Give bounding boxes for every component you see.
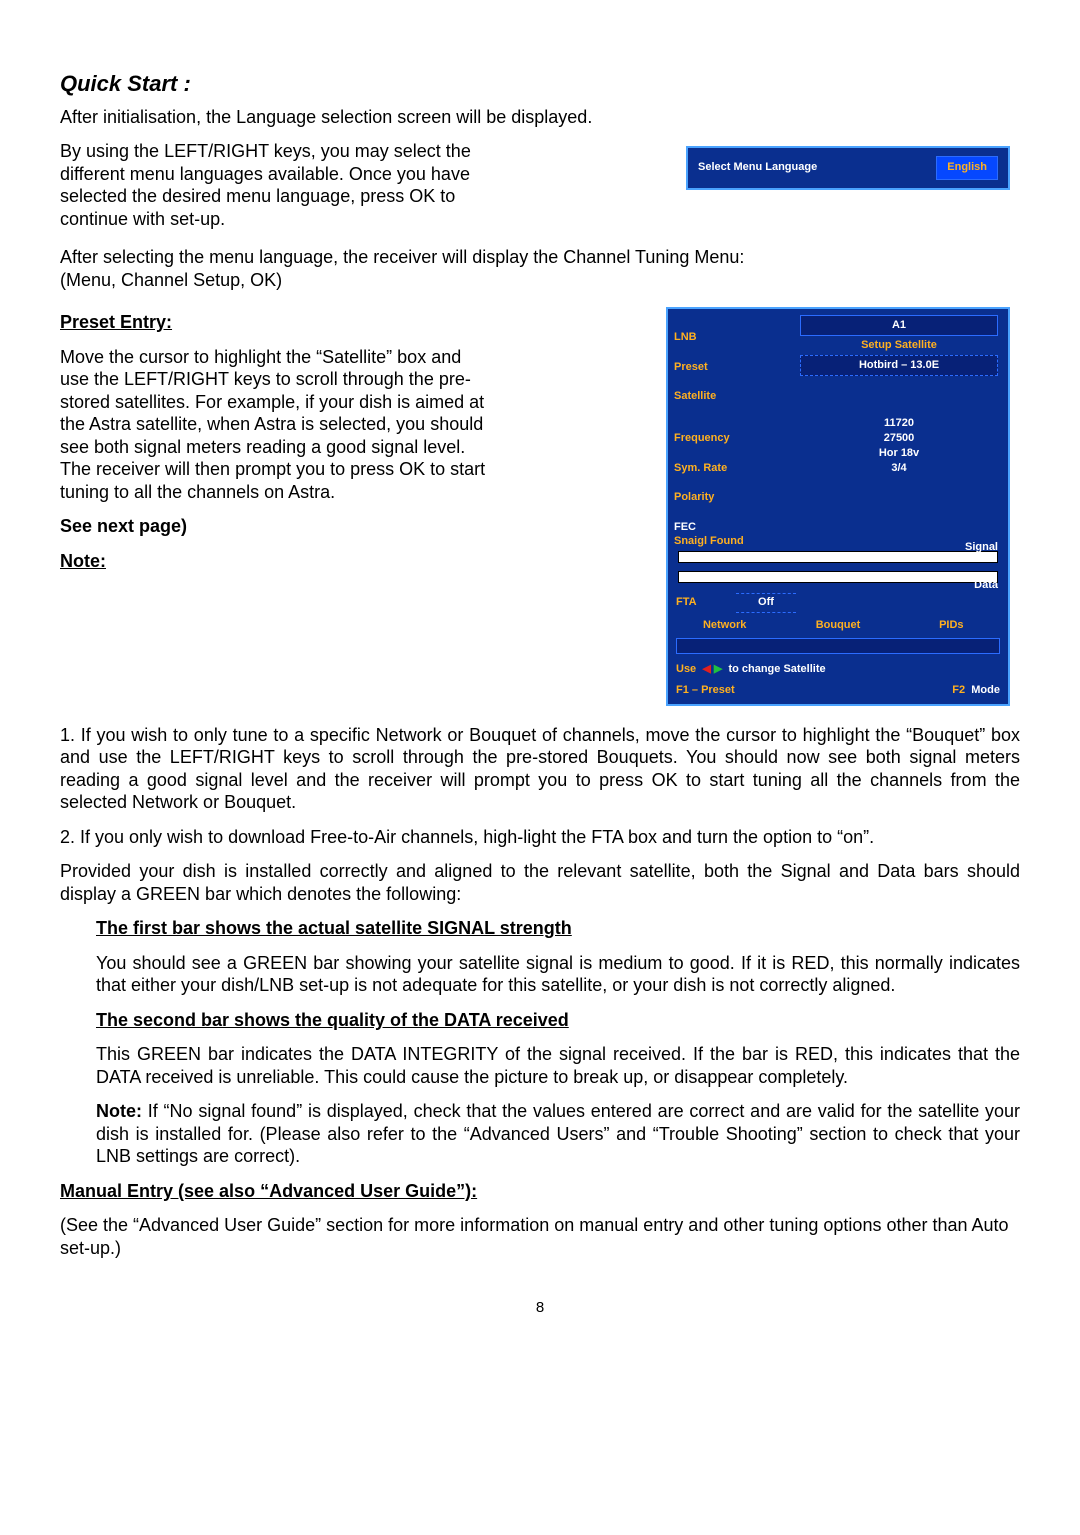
manual-entry-heading: Manual Entry (see also “Advanced User Gu…: [60, 1180, 1020, 1203]
bar2-heading: The second bar shows the quality of the …: [96, 1009, 1020, 1032]
bar1-text: You should see a GREEN bar showing your …: [96, 952, 1020, 997]
network-label: Network: [668, 615, 781, 637]
signal-bar: [678, 551, 998, 563]
data-bar: [678, 571, 998, 583]
symrate-value: 27500: [796, 431, 1002, 446]
language-osd: Select Menu Language English: [686, 146, 1010, 190]
intro-text: After initialisation, the Language selec…: [60, 106, 1020, 129]
language-osd-label: Select Menu Language: [698, 161, 817, 175]
frequency-value: 11720: [796, 416, 1002, 431]
fta-value: Off: [736, 593, 796, 613]
pids-label: PIDs: [895, 615, 1008, 637]
bar2-text: This GREEN bar indicates the DATA INTEGR…: [96, 1043, 1020, 1088]
page-number: 8: [60, 1299, 1020, 1318]
satellite-value: Hotbird – 13.0E: [800, 355, 998, 376]
lnb-value: A1: [800, 315, 998, 336]
channel-tuning-osd: LNB Preset Satellite A1 Setup Satellite …: [666, 307, 1010, 706]
section-title: Quick Start :: [60, 70, 1020, 98]
after-language-2: (Menu, Channel Setup, OK): [60, 269, 1020, 292]
no-signal-note: Note: If “No signal found” is displayed,…: [96, 1100, 1020, 1168]
fta-label: FTA: [672, 596, 736, 610]
tune-labels-2: Frequency Sym. Rate Polarity FEC: [668, 410, 790, 541]
bouquet-label: Bouquet: [781, 615, 894, 637]
use-hint-row: Use ◀ ▶ to change Satellite: [668, 660, 1008, 680]
preset-value: Setup Satellite: [796, 338, 1002, 353]
f2-label: F2 Mode: [952, 684, 1000, 698]
fec-value: 3/4: [796, 461, 1002, 476]
bar1-heading: The first bar shows the actual satellite…: [96, 917, 1020, 940]
signal-found-label: Snaigl Found: [674, 535, 744, 549]
right-arrow-icon: ▶: [714, 663, 722, 675]
signal-label: Signal: [965, 541, 998, 555]
manual-entry-text: (See the “Advanced User Guide” section f…: [60, 1214, 1020, 1259]
polarity-value: Hor 18v: [796, 446, 1002, 461]
note-1: 1. If you wish to only tune to a specifi…: [60, 724, 1020, 814]
f1-label: F1 – Preset: [676, 684, 952, 698]
after-language-1: After selecting the menu language, the r…: [60, 246, 1020, 269]
language-osd-value: English: [936, 156, 998, 180]
language-instructions: By using the LEFT/RIGHT keys, you may se…: [60, 140, 490, 230]
left-arrow-icon: ◀: [702, 663, 710, 675]
data-label: Data: [974, 579, 998, 593]
note-2: 2. If you only wish to download Free-to-…: [60, 826, 1020, 849]
tune-labels-1: LNB Preset Satellite: [668, 309, 790, 410]
preset-entry-text: Move the cursor to highlight the “Satell…: [60, 346, 490, 504]
provided-text: Provided your dish is installed correctl…: [60, 860, 1020, 905]
bouquet-bar: [676, 638, 1000, 654]
